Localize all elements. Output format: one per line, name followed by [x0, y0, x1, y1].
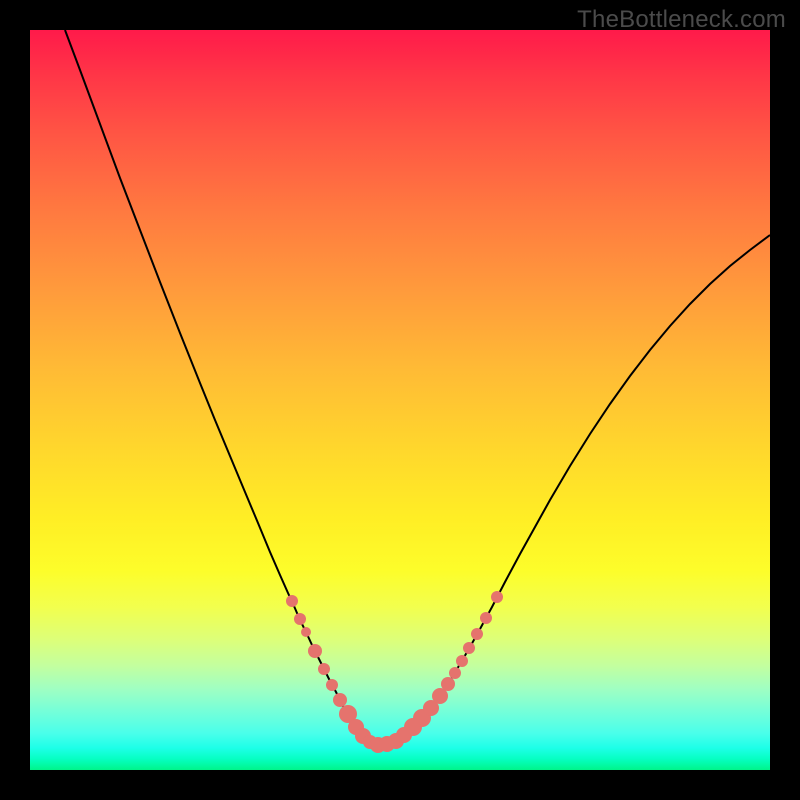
curve-right-branch — [373, 235, 770, 745]
marker-right-11 — [491, 591, 503, 603]
marker-left-4 — [318, 663, 330, 675]
marker-left-1 — [294, 613, 306, 625]
marker-left-3 — [308, 644, 322, 658]
marker-left-0 — [286, 595, 298, 607]
marker-left-6 — [333, 693, 347, 707]
chart-plot-area — [30, 30, 770, 770]
chart-svg — [30, 30, 770, 770]
marker-right-8 — [463, 642, 475, 654]
marker-right-5 — [441, 677, 455, 691]
marker-right-7 — [456, 655, 468, 667]
marker-right-10 — [480, 612, 492, 624]
marker-left-2 — [301, 627, 311, 637]
marker-left-5 — [326, 679, 338, 691]
data-markers — [286, 591, 503, 753]
marker-right-6 — [449, 667, 461, 679]
marker-right-9 — [471, 628, 483, 640]
watermark-text: TheBottleneck.com — [577, 6, 786, 34]
curve-left-branch — [65, 30, 386, 745]
